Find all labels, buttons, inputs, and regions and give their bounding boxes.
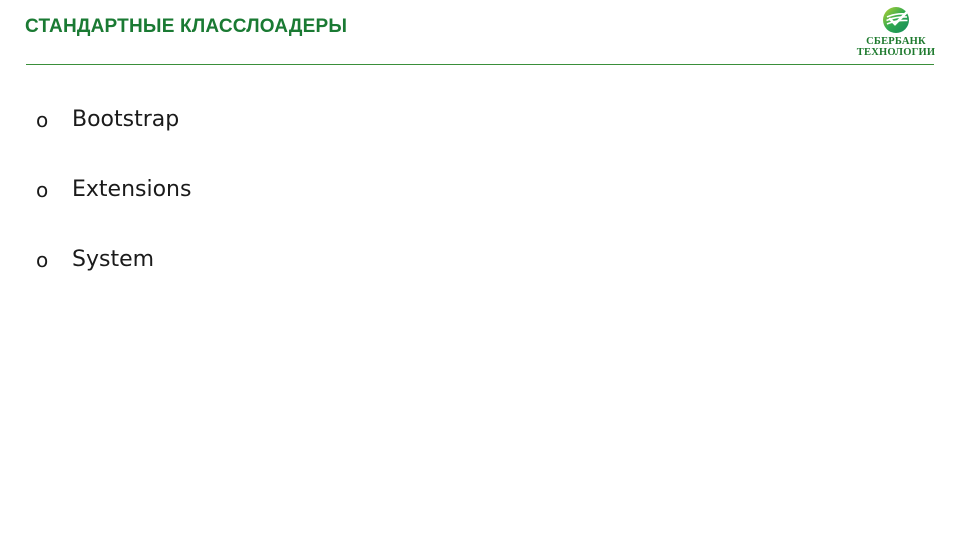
- bullet-list: o Bootstrap o Extensions o System: [36, 104, 191, 314]
- list-item: o Extensions: [36, 174, 191, 244]
- bullet-text-bootstrap: Bootstrap: [72, 107, 180, 132]
- bullet-text-system: System: [72, 247, 155, 272]
- list-item: o Bootstrap: [36, 104, 191, 174]
- bullet-marker: o: [36, 178, 49, 202]
- sberbank-logo-icon: [883, 7, 909, 33]
- slide-title: СТАНДАРТНЫЕ КЛАССЛОАДЕРЫ: [25, 16, 348, 37]
- list-item: o System: [36, 244, 191, 314]
- logo-text-line2: ТЕХНОЛОГИИ: [856, 47, 936, 58]
- header-divider: [26, 64, 934, 65]
- bullet-text-extensions: Extensions: [72, 177, 192, 202]
- company-logo: СБЕРБАНК ТЕХНОЛОГИИ: [856, 6, 936, 62]
- bullet-marker: o: [36, 248, 49, 272]
- logo-text-line1: СБЕРБАНК: [866, 36, 926, 47]
- bullet-marker: o: [36, 108, 49, 132]
